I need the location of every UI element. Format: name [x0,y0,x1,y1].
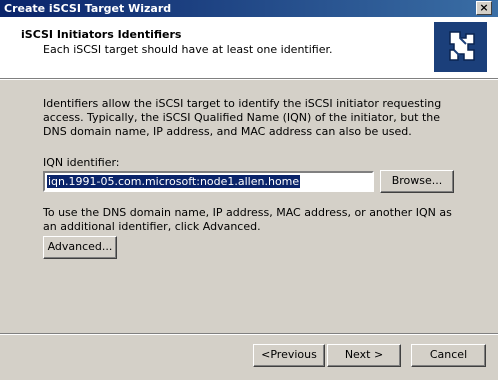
header-title: iSCSI Initiators Identifiers [21,28,182,41]
header-divider-highlight [0,79,498,80]
window-title: Create iSCSI Target Wizard [4,2,172,15]
advanced-button[interactable]: Advanced... [43,236,117,259]
close-button[interactable]: × [476,1,492,15]
description-text: Identifiers allow the iSCSI target to id… [43,97,442,138]
wizard-puzzle-icon [434,22,487,72]
close-icon: × [479,1,489,14]
header-subtitle: Each iSCSI target should have at least o… [43,43,333,56]
previous-button[interactable]: <Previous [253,344,325,367]
cancel-button[interactable]: Cancel [411,344,486,367]
footer-divider-highlight [0,334,498,335]
next-button[interactable]: Next > [327,344,401,367]
wizard-window: Create iSCSI Target Wizard × iSCSI Initi… [0,0,498,380]
wizard-header: iSCSI Initiators Identifiers Each iSCSI … [0,17,498,78]
title-bar[interactable]: Create iSCSI Target Wizard × [0,0,498,17]
iqn-identifier-field[interactable]: iqn.1991-05.com.microsoft:node1.allen.ho… [43,171,374,192]
iqn-label: IQN identifier: [43,156,120,169]
browse-button[interactable]: Browse... [380,170,454,193]
iqn-value-selected: iqn.1991-05.com.microsoft:node1.allen.ho… [47,175,301,188]
advanced-description: To use the DNS domain name, IP address, … [43,206,452,233]
